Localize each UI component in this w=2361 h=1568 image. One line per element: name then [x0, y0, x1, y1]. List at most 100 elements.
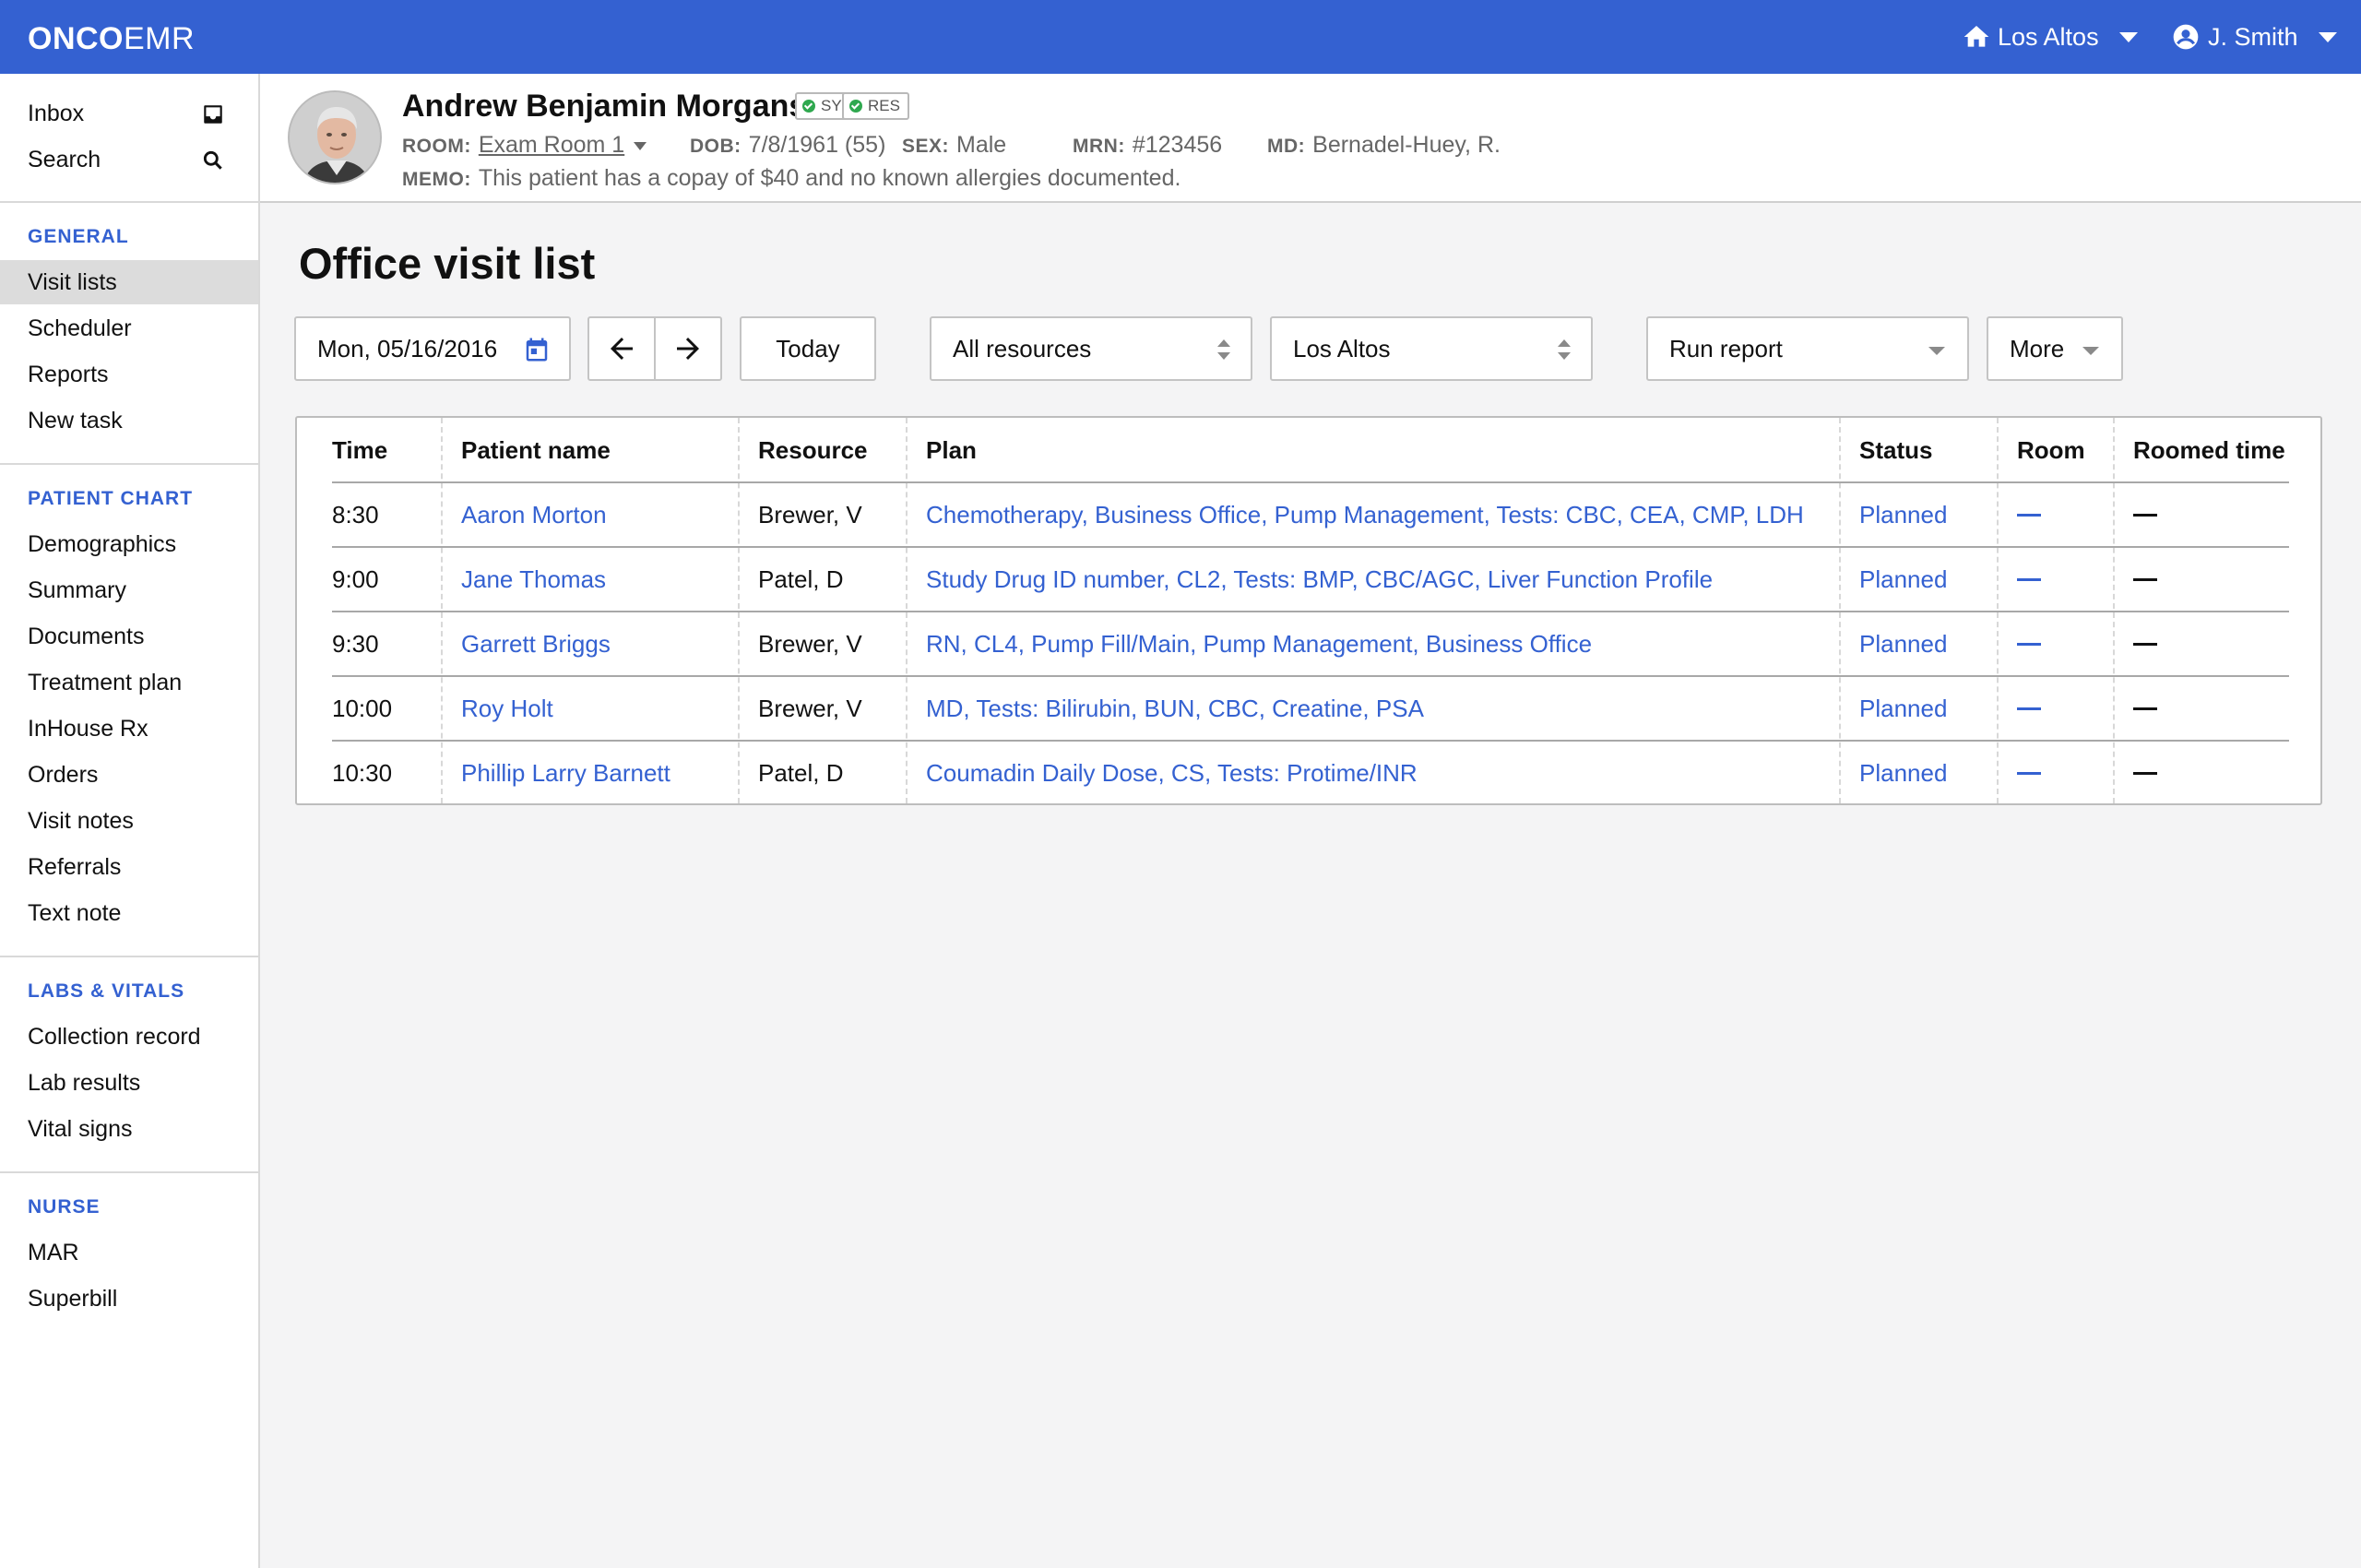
sidebar-item-label: Reports [28, 361, 109, 387]
sidebar-item-summary[interactable]: Summary [0, 568, 258, 612]
plan-link[interactable]: MD, Tests: Bilirubin, BUN, CBC, Creatine… [926, 676, 1424, 741]
column-header-status[interactable]: Status [1859, 418, 1932, 482]
patient-link[interactable]: Garrett Briggs [461, 612, 611, 676]
sidebar-item-label: InHouse Rx [28, 715, 148, 742]
column-header-patient-name[interactable]: Patient name [461, 418, 611, 482]
sidebar-item-label: Collection record [28, 1023, 201, 1050]
sidebar-item-mar[interactable]: MAR [0, 1230, 258, 1275]
column-header-roomed-time[interactable]: Roomed time [2133, 418, 2285, 482]
sidebar-item-label: Scheduler [28, 315, 132, 341]
room-assign-link[interactable] [2017, 482, 2041, 547]
patient-link[interactable]: Aaron Morton [461, 482, 607, 547]
today-button[interactable]: Today [740, 316, 876, 381]
patient-link[interactable]: Phillip Larry Barnett [461, 741, 670, 805]
sidebar-item-label: Orders [28, 761, 99, 788]
patient-memo: MEMO: This patient has a copay of $40 and… [402, 162, 1180, 196]
sidebar-item-inbox[interactable]: Inbox [0, 91, 258, 136]
more-dropdown[interactable]: More [1987, 316, 2123, 381]
cell-resource: Patel, D [758, 758, 844, 787]
home-icon [1964, 26, 1989, 47]
plan-link[interactable]: Chemotherapy, Business Office, Pump Mana… [926, 482, 1804, 547]
location-menu[interactable]: Los Altos [1961, 0, 2138, 74]
plan-link[interactable]: Coumadin Daily Dose, CS, Tests: Protime/… [926, 741, 1418, 805]
patient-room[interactable]: ROOM: Exam Room 1 [402, 129, 647, 162]
user-name: J. Smith [2208, 22, 2298, 51]
cell-time: 10:00 [332, 694, 393, 722]
cell-roomed-time [2133, 547, 2157, 612]
run-report-dropdown[interactable]: Run report [1646, 316, 1969, 381]
sidebar-item-text-note[interactable]: Text note [0, 891, 258, 935]
sidebar-item-search[interactable]: Search [0, 137, 258, 182]
sidebar-item-treatment-plan[interactable]: Treatment plan [0, 660, 258, 705]
date-picker[interactable]: Mon, 05/16/2016 [294, 316, 571, 381]
cell-resource: Brewer, V [758, 629, 862, 658]
app-logo[interactable]: ONCOEMR [28, 20, 195, 57]
sidebar-item-orders[interactable]: Orders [0, 753, 258, 797]
resources-value: All resources [953, 334, 1092, 362]
cell-time: 8:30 [332, 500, 379, 529]
cell-resource: Patel, D [758, 564, 844, 593]
sidebar-item-visit-notes[interactable]: Visit notes [0, 799, 258, 843]
sidebar-item-lab-results[interactable]: Lab results [0, 1061, 258, 1105]
patient-link[interactable]: Roy Holt [461, 676, 553, 741]
status-link[interactable]: Planned [1859, 676, 1947, 741]
sidebar-item-inhouse-rx[interactable]: InHouse Rx [0, 707, 258, 751]
plan-link[interactable]: Study Drug ID number, CL2, Tests: BMP, C… [926, 547, 1713, 612]
sort-arrows-icon [1217, 339, 1230, 360]
chevron-down-icon [2318, 31, 2337, 42]
room-assign-link[interactable] [2017, 547, 2041, 612]
sidebar-item-label: Text note [28, 899, 122, 926]
sidebar-item-label: Visit lists [28, 268, 117, 295]
status-link[interactable]: Planned [1859, 741, 1947, 805]
status-link[interactable]: Planned [1859, 547, 1947, 612]
sidebar-divider [0, 956, 258, 957]
room-assign-link[interactable] [2017, 741, 2041, 805]
room-assign-link[interactable] [2017, 612, 2041, 676]
sidebar-item-documents[interactable]: Documents [0, 614, 258, 659]
sidebar-item-label: Inbox [28, 100, 85, 126]
sidebar-item-visit-lists[interactable]: Visit lists [0, 260, 258, 304]
location-select[interactable]: Los Altos [1270, 316, 1593, 381]
cell-roomed-time [2133, 741, 2157, 805]
sidebar-item-collection-record[interactable]: Collection record [0, 1015, 258, 1059]
room-assign-link[interactable] [2017, 676, 2041, 741]
sex-key: SEX: [902, 136, 950, 157]
plan-link[interactable]: RN, CL4, Pump Fill/Main, Pump Management… [926, 612, 1592, 676]
cell-roomed-time [2133, 612, 2157, 676]
sidebar-item-superbill[interactable]: Superbill [0, 1277, 258, 1321]
status-badge-res[interactable]: RES [842, 92, 909, 120]
patient-photo [290, 92, 380, 183]
sidebar-item-label: Demographics [28, 530, 177, 557]
patient-avatar[interactable] [288, 90, 382, 184]
column-header-resource[interactable]: Resource [758, 418, 868, 482]
sidebar-item-new-task[interactable]: New task [0, 398, 258, 443]
sidebar-item-referrals[interactable]: Referrals [0, 845, 258, 889]
previous-day-button[interactable] [587, 316, 656, 381]
status-link[interactable]: Planned [1859, 482, 1947, 547]
room-select[interactable]: Exam Room 1 [479, 132, 624, 158]
empty-dash-icon [2133, 707, 2157, 710]
user-menu[interactable]: J. Smith [2171, 0, 2337, 74]
sidebar-item-vital-signs[interactable]: Vital signs [0, 1107, 258, 1151]
status-link[interactable]: Planned [1859, 612, 1947, 676]
patient-md: MD: Bernadel-Huey, R. [1267, 129, 1501, 162]
sidebar-item-scheduler[interactable]: Scheduler [0, 306, 258, 350]
column-header-room[interactable]: Room [2017, 418, 2085, 482]
memo-key: MEMO: [402, 169, 471, 190]
dob-value: 7/8/1961 (55) [748, 132, 886, 158]
patient-link[interactable]: Jane Thomas [461, 547, 606, 612]
sidebar-item-label: Summary [28, 576, 126, 603]
column-header-plan[interactable]: Plan [926, 418, 977, 482]
sidebar-item-demographics[interactable]: Demographics [0, 522, 258, 566]
sidebar-item-reports[interactable]: Reports [0, 352, 258, 397]
cell-time: 9:30 [332, 629, 379, 658]
next-day-button[interactable] [654, 316, 722, 381]
cell-roomed-time [2133, 482, 2157, 547]
resources-select[interactable]: All resources [930, 316, 1252, 381]
md-key: MD: [1267, 136, 1306, 157]
patient-mrn: MRN: #123456 [1073, 129, 1222, 162]
column-header-time[interactable]: Time [332, 418, 387, 482]
empty-dash-icon [2017, 642, 2041, 646]
empty-dash-icon [2017, 771, 2041, 775]
empty-dash-icon [2133, 513, 2157, 517]
